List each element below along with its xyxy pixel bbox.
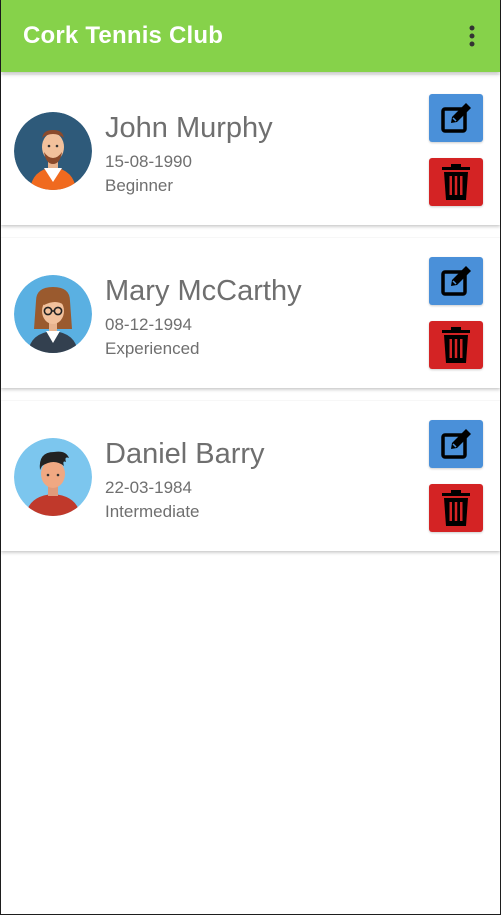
member-level: Beginner: [105, 176, 174, 195]
more-vert-icon: [469, 25, 475, 47]
edit-button[interactable]: [429, 420, 483, 468]
edit-button[interactable]: [429, 94, 483, 142]
trash-icon: [442, 327, 470, 363]
overflow-menu-button[interactable]: [460, 16, 484, 56]
member-dob: 15-08-1990: [105, 152, 192, 171]
member-card[interactable]: Mary McCarthy 08-12-1994 Experienced: [1, 238, 500, 388]
member-level: Experienced: [105, 339, 200, 358]
trash-icon: [442, 164, 470, 200]
delete-button[interactable]: [429, 158, 483, 206]
member-level: Intermediate: [105, 502, 200, 521]
member-dob: 22-03-1984: [105, 478, 192, 497]
edit-icon: [441, 103, 471, 133]
delete-button[interactable]: [429, 321, 483, 369]
member-name: Mary McCarthy: [105, 275, 302, 307]
member-name: John Murphy: [105, 112, 273, 144]
woman-with-glasses-avatar: [14, 275, 92, 353]
young-man-avatar: [14, 438, 92, 516]
member-name: Daniel Barry: [105, 438, 265, 470]
member-card[interactable]: Daniel Barry 22-03-1984 Intermediate: [1, 401, 500, 551]
edit-icon: [441, 266, 471, 296]
trash-icon: [442, 490, 470, 526]
member-list: John Murphy 15-08-1990 Beginner Mary McC…: [1, 72, 500, 551]
edit-button[interactable]: [429, 257, 483, 305]
member-dob: 08-12-1994: [105, 315, 192, 334]
bearded-man-avatar: [14, 112, 92, 190]
app-title: Cork Tennis Club: [23, 22, 224, 49]
edit-icon: [441, 429, 471, 459]
member-card[interactable]: John Murphy 15-08-1990 Beginner: [1, 75, 500, 225]
delete-button[interactable]: [429, 484, 483, 532]
app-bar: Cork Tennis Club: [1, 0, 500, 72]
